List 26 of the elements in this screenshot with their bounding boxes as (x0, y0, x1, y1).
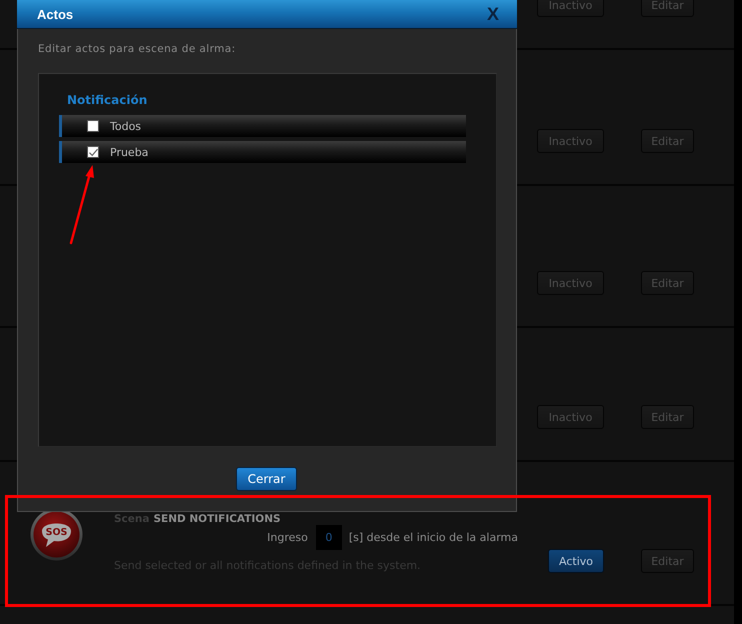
status-button[interactable]: Activo (548, 549, 604, 573)
dialog-title: Actos (37, 6, 74, 22)
edit-button[interactable]: Editar (641, 0, 694, 17)
group-heading: Notificación (67, 92, 148, 108)
scene-name: SEND NOTIFICATIONS (153, 512, 281, 526)
close-dialog-button[interactable]: Cerrar (236, 467, 298, 491)
close-button[interactable]: X (486, 4, 499, 24)
status-button[interactable]: Inactivo (537, 129, 604, 153)
option-row[interactable]: Todos (59, 115, 466, 137)
delay-label: Ingreso (267, 531, 308, 544)
edit-button[interactable]: Editar (641, 271, 694, 295)
checkbox[interactable] (87, 120, 99, 132)
delay-unit: [s] desde el inicio de la alarma (348, 531, 518, 544)
status-button[interactable]: Inactivo (537, 271, 604, 295)
status-button[interactable]: Inactivo (537, 0, 604, 17)
option-label: Todos (110, 120, 142, 132)
dialog-subtitle: Editar actos para escena de alrma: (38, 42, 237, 56)
checkbox[interactable] (87, 146, 99, 158)
edit-button[interactable]: Editar (641, 549, 694, 573)
edit-button[interactable]: Editar (641, 405, 694, 429)
option-label: Prueba (110, 146, 148, 158)
check-icon (88, 148, 98, 156)
status-button[interactable]: Inactivo (537, 405, 604, 429)
delay-input[interactable]: 0 (316, 525, 342, 550)
badge-text: SOS (46, 527, 68, 538)
edit-button[interactable]: Editar (641, 129, 694, 153)
